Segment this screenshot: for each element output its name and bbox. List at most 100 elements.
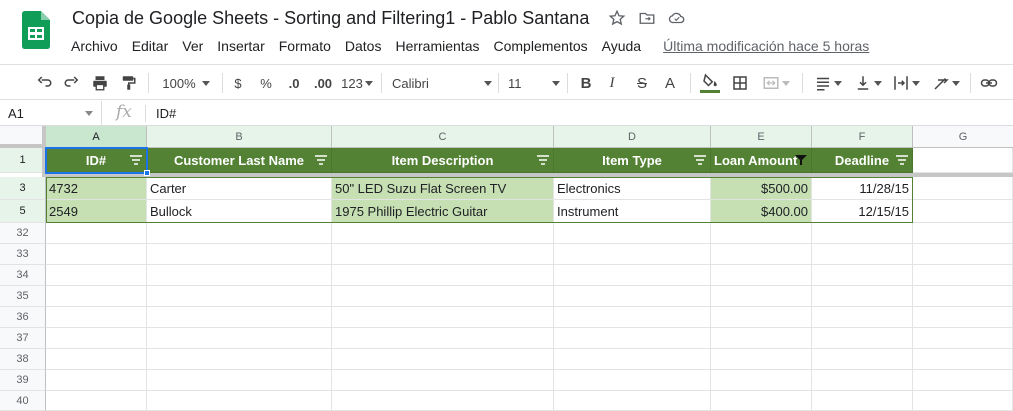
empty-cell[interactable] <box>332 307 554 328</box>
header-cell-loan-amount[interactable]: Loan Amount <box>711 148 812 173</box>
empty-cell[interactable] <box>913 265 1013 286</box>
empty-cell[interactable] <box>46 370 147 391</box>
empty-cell[interactable] <box>913 200 1013 223</box>
column-header-g[interactable]: G <box>913 126 1013 148</box>
header-cell-item-type[interactable]: Item Type <box>554 148 711 173</box>
empty-cell[interactable] <box>812 307 913 328</box>
text-wrap-icon[interactable] <box>888 70 924 96</box>
row-header-35[interactable]: 35 <box>0 286 46 307</box>
empty-cell[interactable] <box>46 328 147 349</box>
empty-cell[interactable] <box>46 307 147 328</box>
empty-cell[interactable] <box>913 370 1013 391</box>
empty-cell[interactable] <box>332 370 554 391</box>
name-box[interactable]: A1 <box>0 101 102 126</box>
row-header-32[interactable]: 32 <box>0 223 46 244</box>
row-header-5[interactable]: 5 <box>0 200 46 223</box>
empty-cell[interactable] <box>147 286 332 307</box>
empty-cell[interactable] <box>46 286 147 307</box>
sheets-logo-icon[interactable] <box>22 11 50 49</box>
empty-cell[interactable] <box>46 223 147 244</box>
table-cell[interactable]: Carter <box>147 177 332 200</box>
table-cell[interactable]: 50" LED Suzu Flat Screen TV <box>332 177 554 200</box>
column-header-f[interactable]: F <box>812 126 913 148</box>
filter-icon[interactable] <box>315 155 327 165</box>
table-cell[interactable]: 11/28/15 <box>812 177 913 200</box>
table-cell[interactable]: $500.00 <box>711 177 812 200</box>
empty-cell[interactable] <box>554 307 711 328</box>
row-header-1[interactable]: 1 <box>0 148 46 173</box>
empty-cell[interactable] <box>147 265 332 286</box>
row-header-40[interactable]: 40 <box>0 391 46 411</box>
print-icon[interactable] <box>88 70 112 96</box>
empty-cell[interactable] <box>147 370 332 391</box>
row-header-37[interactable]: 37 <box>0 328 46 349</box>
empty-cell[interactable] <box>147 244 332 265</box>
header-cell-deadline[interactable]: Deadline <box>812 148 913 173</box>
header-cell-item-description[interactable]: Item Description <box>332 148 554 173</box>
empty-cell[interactable] <box>913 244 1013 265</box>
empty-cell[interactable] <box>332 223 554 244</box>
header-cell-id[interactable]: ID# <box>46 148 147 173</box>
empty-cell[interactable] <box>332 286 554 307</box>
empty-cell[interactable] <box>554 328 711 349</box>
increase-decimal-button[interactable]: .00 <box>310 70 336 96</box>
undo-icon[interactable] <box>32 70 56 96</box>
formula-input[interactable]: ID# <box>156 106 176 121</box>
empty-cell[interactable] <box>554 349 711 370</box>
empty-cell[interactable] <box>711 244 812 265</box>
paint-format-icon[interactable] <box>116 70 140 96</box>
menu-ayuda[interactable]: Ayuda <box>595 36 648 56</box>
empty-cell[interactable] <box>46 349 147 370</box>
empty-cell[interactable] <box>812 328 913 349</box>
empty-cell[interactable] <box>913 148 1013 173</box>
fill-handle[interactable] <box>144 170 150 176</box>
borders-icon[interactable] <box>728 70 752 96</box>
table-cell[interactable]: $400.00 <box>711 200 812 223</box>
empty-cell[interactable] <box>812 265 913 286</box>
empty-cell[interactable] <box>554 391 711 411</box>
horizontal-align-icon[interactable] <box>810 70 846 96</box>
percent-button[interactable]: % <box>256 70 276 96</box>
empty-cell[interactable] <box>711 286 812 307</box>
empty-cell[interactable] <box>913 286 1013 307</box>
table-cell[interactable]: 1975 Phillip Electric Guitar <box>332 200 554 223</box>
menu-insertar[interactable]: Insertar <box>210 36 271 56</box>
cloud-saved-icon[interactable] <box>668 9 686 27</box>
decrease-decimal-button[interactable]: .0 <box>283 70 305 96</box>
empty-cell[interactable] <box>147 349 332 370</box>
empty-cell[interactable] <box>554 265 711 286</box>
menu-editar[interactable]: Editar <box>125 36 176 56</box>
table-cell[interactable]: 12/15/15 <box>812 200 913 223</box>
table-cell[interactable]: 4732 <box>46 177 147 200</box>
empty-cell[interactable] <box>332 349 554 370</box>
empty-cell[interactable] <box>554 286 711 307</box>
italic-button[interactable]: I <box>602 70 622 96</box>
empty-cell[interactable] <box>913 349 1013 370</box>
empty-cell[interactable] <box>332 244 554 265</box>
font-select[interactable]: Calibri <box>392 70 492 96</box>
menu-datos[interactable]: Datos <box>338 36 389 56</box>
empty-cell[interactable] <box>46 244 147 265</box>
menu-ver[interactable]: Ver <box>175 36 210 56</box>
empty-cell[interactable] <box>332 265 554 286</box>
empty-cell[interactable] <box>913 328 1013 349</box>
menu-formato[interactable]: Formato <box>272 36 338 56</box>
empty-cell[interactable] <box>554 244 711 265</box>
bold-button[interactable]: B <box>576 70 596 96</box>
menu-archivo[interactable]: Archivo <box>64 36 125 56</box>
column-header-a[interactable]: A <box>46 126 147 148</box>
insert-link-icon[interactable] <box>976 70 1002 96</box>
text-color-button[interactable]: A <box>660 70 680 96</box>
filter-active-icon[interactable] <box>795 155 807 165</box>
empty-cell[interactable] <box>554 370 711 391</box>
empty-cell[interactable] <box>332 391 554 411</box>
empty-cell[interactable] <box>147 223 332 244</box>
empty-cell[interactable] <box>711 391 812 411</box>
row-header-33[interactable]: 33 <box>0 244 46 265</box>
document-title[interactable]: Copia de Google Sheets - Sorting and Fil… <box>72 8 589 29</box>
empty-cell[interactable] <box>913 223 1013 244</box>
strikethrough-button[interactable]: S <box>632 70 652 96</box>
empty-cell[interactable] <box>332 328 554 349</box>
column-header-d[interactable]: D <box>554 126 711 148</box>
star-icon[interactable] <box>608 9 626 27</box>
